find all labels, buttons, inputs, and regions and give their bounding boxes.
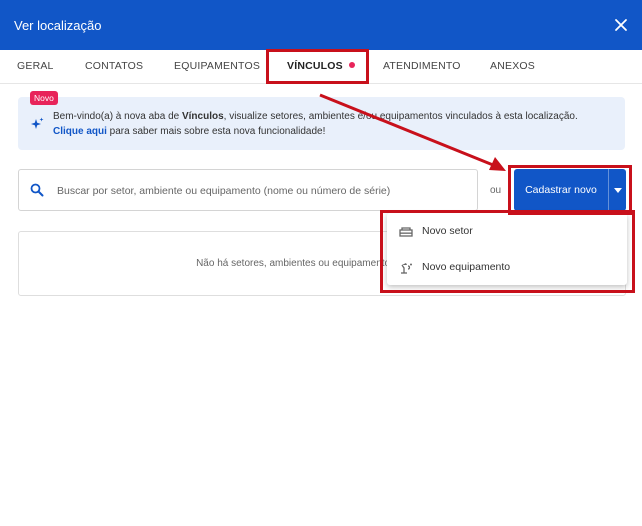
tab-geral[interactable]: GERAL xyxy=(17,50,54,84)
equipment-icon xyxy=(399,261,413,279)
menu-item-new-equipment[interactable]: Novo equipamento xyxy=(387,252,627,282)
tab-contatos[interactable]: CONTATOS xyxy=(85,50,143,84)
sector-icon xyxy=(399,225,413,243)
or-label: ou xyxy=(490,185,502,196)
banner-text-part: , visualize setores, ambientes e/ou equi… xyxy=(223,111,578,122)
create-dropdown-menu: Novo setor Novo equipamento xyxy=(387,213,627,285)
dialog-title: Ver localização xyxy=(14,17,102,33)
create-new-button[interactable]: Cadastrar novo xyxy=(514,169,609,211)
banner-text-part: para saber mais sobre esta nova funciona… xyxy=(106,126,326,137)
new-badge: Novo xyxy=(30,91,58,105)
sparkle-icon xyxy=(30,117,44,136)
banner-text-part: Bem-vindo(a) à nova aba de xyxy=(53,111,182,122)
new-indicator-dot xyxy=(348,62,355,69)
tab-vinculos-label: VÍNCULOS xyxy=(287,60,343,72)
tab-vinculos[interactable]: VÍNCULOS xyxy=(287,50,355,84)
banner-text: Bem-vindo(a) à nova aba de Vínculos, vis… xyxy=(53,109,613,139)
create-split-button: Cadastrar novo xyxy=(514,169,626,211)
search-box xyxy=(18,169,478,211)
close-icon[interactable] xyxy=(610,14,632,36)
menu-item-label: Novo setor xyxy=(422,225,473,237)
learn-more-link[interactable]: Clique aqui xyxy=(53,126,107,137)
menu-item-new-sector[interactable]: Novo setor xyxy=(387,216,627,246)
search-input[interactable] xyxy=(57,180,467,202)
location-dialog: Ver localização GERAL CONTATOS EQUIPAMEN… xyxy=(0,0,642,526)
search-icon xyxy=(30,183,44,202)
info-banner: Novo Bem-vindo(a) à nova aba de Vínculos… xyxy=(18,91,625,150)
tab-equipamentos[interactable]: EQUIPAMENTOS xyxy=(174,50,260,84)
tab-anexos[interactable]: ANEXOS xyxy=(490,50,535,84)
banner-text-bold: Vínculos xyxy=(181,111,224,122)
menu-item-label: Novo equipamento xyxy=(422,261,511,273)
tab-bar: GERAL CONTATOS EQUIPAMENTOS VÍNCULOS ATE… xyxy=(0,50,642,84)
chevron-down-icon[interactable] xyxy=(609,169,626,211)
dialog-header: Ver localização xyxy=(0,0,642,50)
tab-atendimento[interactable]: ATENDIMENTO xyxy=(383,50,461,84)
